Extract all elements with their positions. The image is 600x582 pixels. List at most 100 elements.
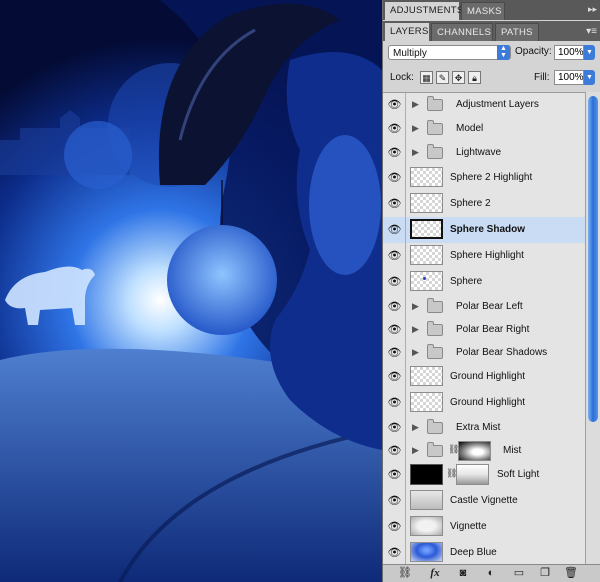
layer-row-castle-vignette[interactable]: 👁︎ Castle Vignette [383,488,585,515]
lock-position-icon[interactable]: ✥ [452,71,465,84]
layer-name: Castle Vignette [450,495,518,506]
expand-triangle-icon[interactable]: ▶ [412,422,419,433]
lock-all-icon[interactable]: 🔒︎ [468,71,481,84]
layer-row-mist[interactable]: 👁︎ ▶ ⛓ Mist [383,439,585,463]
layer-mask-thumbnail [458,441,491,461]
folder-icon[interactable]: ▭ [511,566,527,581]
layer-name: Polar Bear Left [456,301,523,312]
layer-name: Adjustment Layers [456,99,539,110]
tab-adjustments[interactable]: ADJUSTMENTS [385,2,463,20]
layer-row-sphere-2[interactable]: 👁︎ Sphere 2 [383,191,585,218]
layer-name: Vignette [450,521,487,532]
opacity-dropdown-icon[interactable]: ▼ [584,45,595,60]
mask-icon[interactable]: ◙ [455,566,471,581]
folder-icon [427,144,443,159]
layer-row-model[interactable]: 👁︎ ▶ Model [383,117,585,142]
tab-masks[interactable]: MASKS [461,2,505,20]
layer-thumbnail [410,392,443,412]
folder-icon [427,442,443,457]
tab-layers[interactable]: LAYERS [385,23,429,41]
layer-row-sphere[interactable]: 👁︎ Sphere [383,269,585,296]
blend-mode-select[interactable]: Multiply ▲ ▼ [388,45,511,60]
folder-icon [427,344,443,359]
visibility-eye-icon[interactable]: 👁︎ [384,540,406,565]
layer-row-deep-blue[interactable]: 👁︎ Deep Blue [383,540,585,565]
layers-panel: ADJUSTMENTS MASKS ▸▸ LAYERS CHANNELS PAT… [382,0,600,582]
layer-name: Lightwave [456,147,502,158]
panel-menu-icon[interactable]: ▾≡ [586,26,597,37]
visibility-eye-icon[interactable]: 👁︎ [384,390,406,416]
scrollbar-thumb[interactable] [588,96,598,422]
fx-icon[interactable]: fx [427,566,443,581]
layer-row-sphere-highlight[interactable]: 👁︎ Sphere Highlight [383,243,585,270]
layer-row-polar-bear-right[interactable]: 👁︎ ▶ Polar Bear Right [383,318,585,342]
expand-triangle-icon[interactable]: ▶ [412,99,419,110]
visibility-eye-icon[interactable]: 👁︎ [384,318,406,342]
expand-triangle-icon[interactable]: ▶ [412,347,419,358]
link-icon[interactable]: ⛓ [397,566,413,581]
layers-scrollbar[interactable] [585,92,600,564]
lock-transparent-icon[interactable]: ▦ [420,71,433,84]
layer-row-soft-light[interactable]: 👁︎ ⛓ Soft Light [383,462,585,489]
layer-name: Mist [503,445,522,456]
visibility-eye-icon[interactable]: 👁︎ [384,341,406,365]
folder-icon [427,419,443,434]
collapse-icon[interactable]: ▸▸ [588,4,597,15]
layer-thumbnail [410,167,443,187]
new-layer-icon[interactable]: ❐ [537,566,553,581]
visibility-eye-icon[interactable]: 👁︎ [384,514,406,540]
visibility-eye-icon[interactable]: 👁︎ [384,165,406,191]
layer-thumbnail [410,464,443,485]
layer-thumbnail [410,219,443,239]
layer-row-extra-mist[interactable]: 👁︎ ▶ Extra Mist [383,416,585,440]
layer-row-sphere-shadow[interactable]: 👁︎ Sphere Shadow [383,217,585,244]
visibility-eye-icon[interactable]: 👁︎ [384,269,406,295]
layer-name: Ground Highlight [450,371,526,382]
blend-mode-value: Multiply [393,48,427,59]
layer-row-ground-highlight-1[interactable]: 👁︎ Ground Highlight [383,364,585,391]
fill-dropdown-icon[interactable]: ▼ [584,70,595,85]
expand-triangle-icon[interactable]: ▶ [412,445,419,456]
expand-triangle-icon[interactable]: ▶ [412,123,419,134]
layer-row-sphere-2-highlight[interactable]: 👁︎ Sphere 2 Highlight [383,165,585,192]
layer-name: Sphere Highlight [450,250,524,261]
lock-image-icon[interactable]: ✎ [436,71,449,84]
layer-row-polar-bear-left[interactable]: 👁︎ ▶ Polar Bear Left [383,295,585,319]
visibility-eye-icon[interactable]: 👁︎ [384,439,406,463]
layer-row-adjustment-layers[interactable]: 👁︎ ▶ Adjustment Layers [383,93,585,118]
visibility-eye-icon[interactable]: 👁︎ [384,488,406,514]
layer-row-ground-highlight-2[interactable]: 👁︎ Ground Highlight [383,390,585,417]
hanging-sphere [167,225,277,335]
trash-icon[interactable]: 🗑︎ [563,566,579,581]
layer-name: Model [456,123,484,134]
tab-paths[interactable]: PATHS [495,23,539,41]
expand-triangle-icon[interactable]: ▶ [412,324,419,335]
layer-mask-thumbnail [456,464,489,485]
visibility-eye-icon[interactable]: 👁︎ [384,295,406,319]
layer-thumbnail [410,193,443,213]
visibility-eye-icon[interactable]: 👁︎ [384,364,406,390]
visibility-eye-icon[interactable]: 👁︎ [384,217,406,243]
small-sphere [64,121,132,189]
visibility-eye-icon[interactable]: 👁︎ [384,416,406,440]
layer-row-polar-bear-shadows[interactable]: 👁︎ ▶ Polar Bear Shadows [383,341,585,365]
visibility-eye-icon[interactable]: 👁︎ [384,243,406,269]
visibility-eye-icon[interactable]: 👁︎ [384,141,406,165]
canvas-artwork [0,0,382,582]
folder-icon [427,321,443,336]
tab-channels[interactable]: CHANNELS [431,23,493,41]
visibility-eye-icon[interactable]: 👁︎ [384,191,406,217]
opacity-input[interactable]: 100% [554,45,584,60]
visibility-eye-icon[interactable]: 👁︎ [384,117,406,141]
fill-label: Fill: [534,72,550,83]
fill-input[interactable]: 100% [554,70,584,85]
layer-name: Polar Bear Shadows [456,347,548,358]
layer-row-lightwave[interactable]: 👁︎ ▶ Lightwave [383,141,585,166]
layer-row-vignette[interactable]: 👁︎ Vignette [383,514,585,541]
blend-mode-arrows-icon: ▲ ▼ [497,45,510,60]
visibility-eye-icon[interactable]: 👁︎ [384,93,406,117]
expand-triangle-icon[interactable]: ▶ [412,147,419,158]
expand-triangle-icon[interactable]: ▶ [412,301,419,312]
adjustment-icon[interactable]: ◐ [483,566,499,581]
visibility-eye-icon[interactable]: 👁︎ [384,462,406,488]
